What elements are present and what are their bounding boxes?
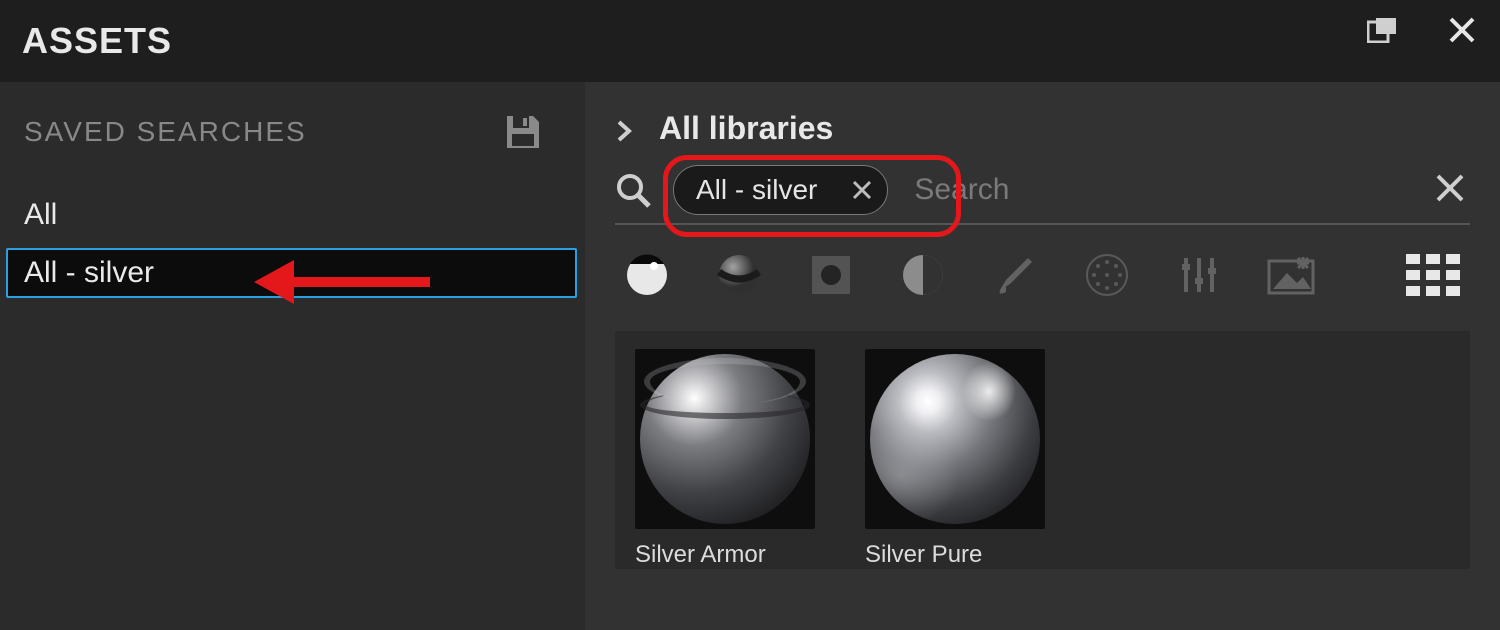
- material-sphere-icon[interactable]: [715, 251, 763, 299]
- asset-label: Silver Pure: [865, 541, 982, 569]
- search-chip[interactable]: All - silver: [673, 165, 888, 215]
- header-icons: [1362, 10, 1482, 50]
- material-shader-icon[interactable]: [623, 251, 671, 299]
- settings-sliders-icon[interactable]: [1175, 251, 1223, 299]
- panel-title: ASSETS: [22, 20, 172, 62]
- save-disk-icon[interactable]: [501, 110, 545, 154]
- search-clear-icon[interactable]: [1434, 172, 1470, 208]
- chevron-right-icon[interactable]: [615, 119, 635, 139]
- chip-remove-icon[interactable]: [851, 179, 873, 201]
- asset-silver-armor[interactable]: Silver Armor: [635, 349, 835, 569]
- saved-searches-panel: SAVED SEARCHES All All - silver: [0, 82, 585, 630]
- grid-view-icon[interactable]: [1406, 254, 1462, 296]
- asset-thumbnail: [865, 349, 1045, 529]
- filter-toolbar: [615, 251, 1470, 299]
- saved-search-all-silver[interactable]: All - silver: [6, 248, 577, 298]
- breadcrumb-label[interactable]: All libraries: [659, 110, 833, 147]
- texture-icon[interactable]: [807, 251, 855, 299]
- panel-header: ASSETS: [0, 0, 1500, 82]
- saved-search-all[interactable]: All: [0, 188, 585, 242]
- close-icon[interactable]: [1442, 10, 1482, 50]
- asset-silver-pure[interactable]: Silver Pure: [865, 349, 1065, 569]
- pattern-icon[interactable]: [1083, 251, 1131, 299]
- assets-main: All libraries All - silver Search: [585, 82, 1500, 630]
- search-bar[interactable]: All - silver Search: [615, 165, 1470, 225]
- breadcrumb: All libraries: [615, 110, 1470, 147]
- saved-searches-list: All All - silver: [0, 188, 585, 298]
- search-chip-label: All - silver: [696, 174, 817, 206]
- search-icon[interactable]: [615, 172, 651, 208]
- popout-icon[interactable]: [1362, 10, 1402, 50]
- asset-label: Silver Armor: [635, 541, 766, 569]
- results-grid: Silver Armor Silver Pure: [615, 331, 1470, 569]
- brush-icon[interactable]: [991, 251, 1039, 299]
- bw-map-icon[interactable]: [899, 251, 947, 299]
- image-icon[interactable]: [1267, 251, 1315, 299]
- saved-searches-title: SAVED SEARCHES: [24, 116, 307, 148]
- asset-thumbnail: [635, 349, 815, 529]
- search-input[interactable]: Search: [914, 173, 1434, 207]
